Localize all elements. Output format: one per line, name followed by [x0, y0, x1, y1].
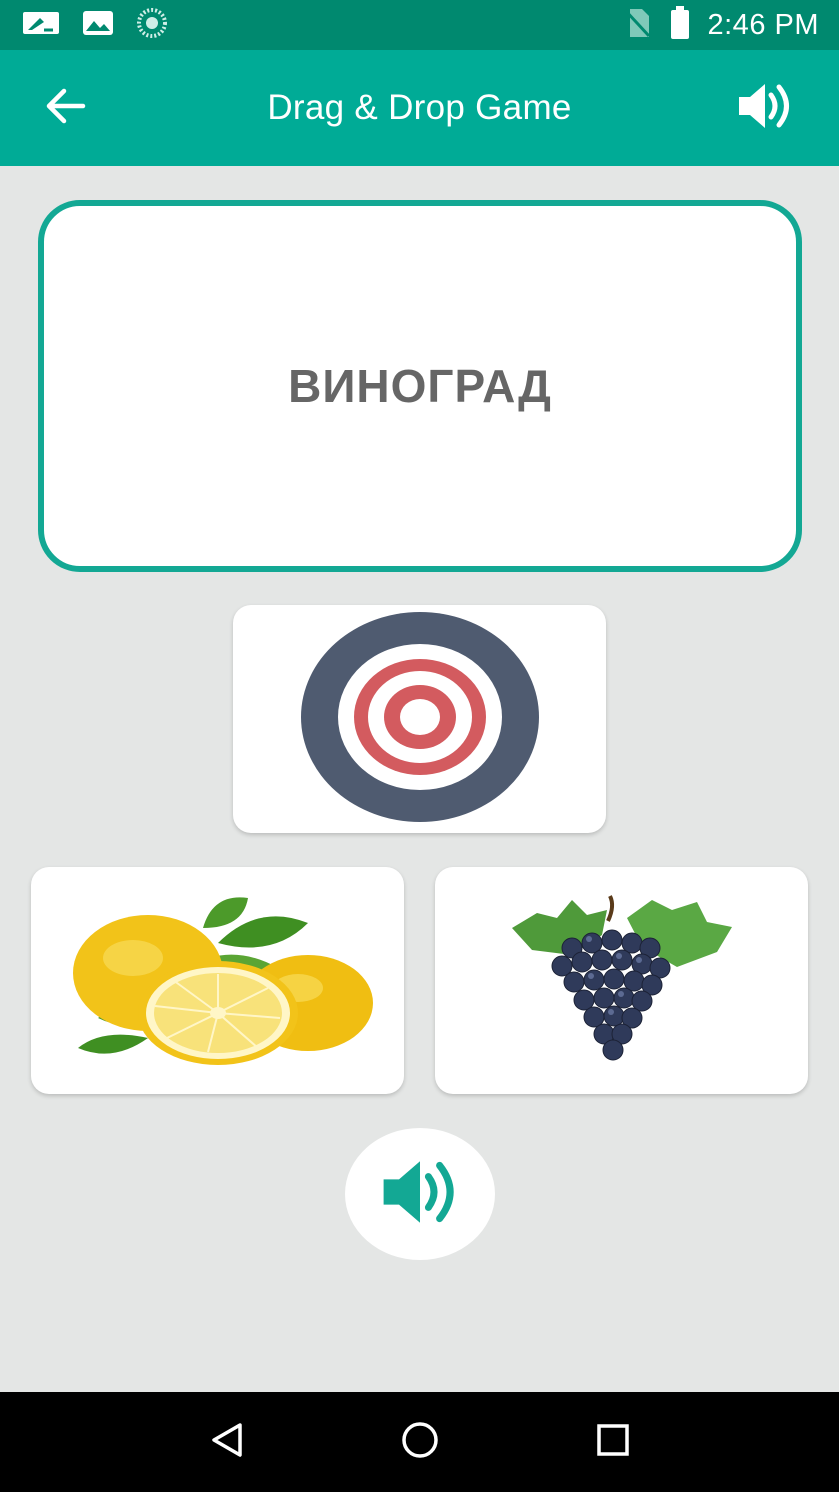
grapes-option-tile[interactable]: [435, 867, 808, 1094]
no-sim-icon: [622, 7, 652, 44]
system-nav-bar: [0, 1392, 839, 1492]
nav-home-button[interactable]: [385, 1407, 455, 1477]
battery-icon: [670, 5, 690, 45]
word-text: ВИНОГРАД: [288, 360, 552, 412]
back-triangle-icon: [210, 1422, 244, 1463]
notification-edit-icon: [22, 9, 60, 42]
recents-square-icon: [596, 1423, 630, 1462]
grapes-image: [502, 888, 742, 1073]
sync-spinner-icon: [136, 7, 168, 44]
header-sound-button[interactable]: [733, 80, 797, 136]
page-title: Drag & Drop Game: [267, 88, 572, 127]
word-card: ВИНОГРАД: [38, 200, 802, 572]
status-bar: 2:46 PM: [0, 0, 839, 50]
nav-recents-button[interactable]: [578, 1407, 648, 1477]
lemon-image: [58, 888, 378, 1073]
speaker-icon: [735, 80, 795, 137]
status-time: 2:46 PM: [707, 8, 819, 41]
nav-back-button[interactable]: [192, 1407, 262, 1477]
target-icon: [300, 611, 540, 828]
lemon-option-tile[interactable]: [31, 867, 404, 1094]
play-sound-button[interactable]: [345, 1128, 495, 1260]
image-icon: [82, 9, 114, 42]
speaker-icon: [378, 1155, 462, 1234]
app-bar: Drag & Drop Game: [0, 50, 839, 166]
drop-target-tile[interactable]: [233, 605, 606, 833]
home-circle-icon: [400, 1420, 440, 1465]
